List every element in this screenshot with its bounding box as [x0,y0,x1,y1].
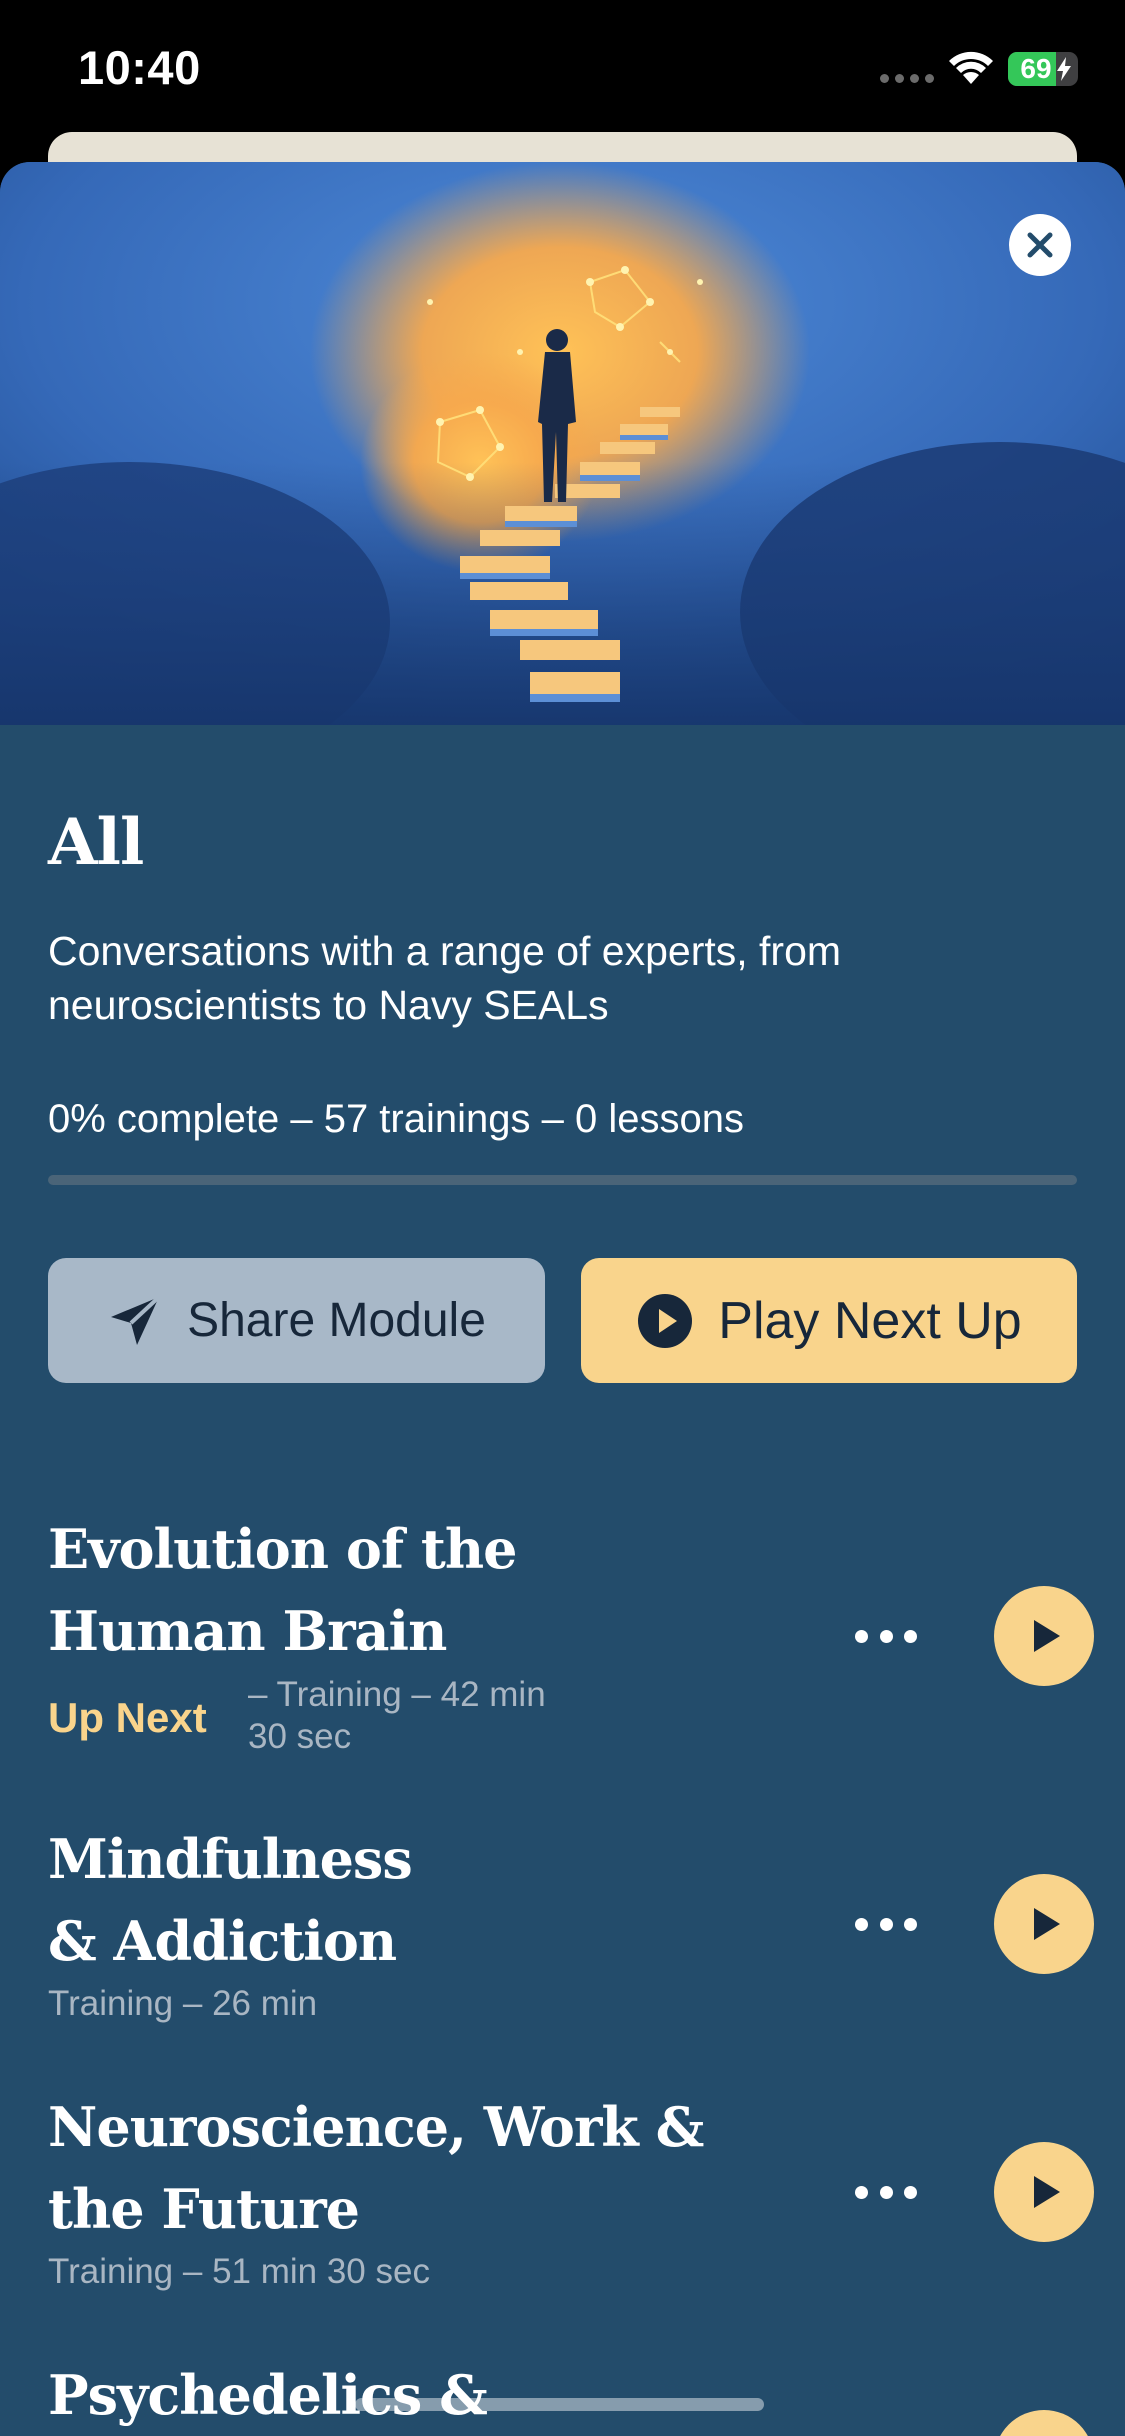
progress-text: 0% complete – 57 trainings – 0 lessons [48,1097,744,1141]
status-bar: 10:40 69 [0,0,1125,135]
home-indicator[interactable] [355,2398,764,2411]
play-circle-icon [638,1293,693,1348]
charging-bolt-icon [1057,57,1071,81]
screen: 10:40 69 All Conversations with a range … [0,0,1125,2436]
play-button[interactable] [994,1874,1094,1974]
play-icon [1034,2176,1060,2208]
more-options-icon[interactable] [855,2182,917,2202]
signal-icon [880,74,934,83]
battery-icon: 69 [1008,52,1078,86]
training-meta: – Training – 42 min 30 sec [248,1675,546,1756]
play-icon [1034,1620,1060,1652]
close-button[interactable] [1009,214,1071,276]
training-meta: Training – 51 min 30 sec [48,2252,430,2291]
up-next-badge: Up Next [48,1694,207,1741]
training-meta: Training – 26 min [48,1984,318,2023]
play-button[interactable] [994,1586,1094,1686]
training-title: Neuroscience, Work & the Future [48,2095,704,2241]
play-icon [1034,1908,1060,1940]
training-title: Evolution of the Human Brain [48,1517,517,1663]
status-time: 10:40 [78,41,201,94]
progress-bar [48,1175,1077,1185]
play-next-up-button[interactable]: Play Next Up [581,1258,1077,1383]
hero-image [0,162,1125,725]
more-options-icon[interactable] [855,1626,917,1646]
training-title: Mindfulness & Addiction [48,1827,413,1973]
more-options-icon[interactable] [855,1914,917,1934]
module-title: All [48,805,144,880]
training-title: Psychedelics & [48,2363,488,2427]
module-description: Conversations with a range of experts, f… [48,928,842,1028]
share-module-label: Share Module [187,1294,486,1347]
close-icon [1027,232,1053,258]
play-next-up-label: Play Next Up [718,1291,1022,1350]
share-module-button[interactable]: Share Module [48,1258,545,1383]
paper-plane-icon [111,1295,161,1345]
play-button[interactable] [994,2142,1094,2242]
wifi-icon [949,51,993,84]
staircase-illustration [0,162,1125,725]
